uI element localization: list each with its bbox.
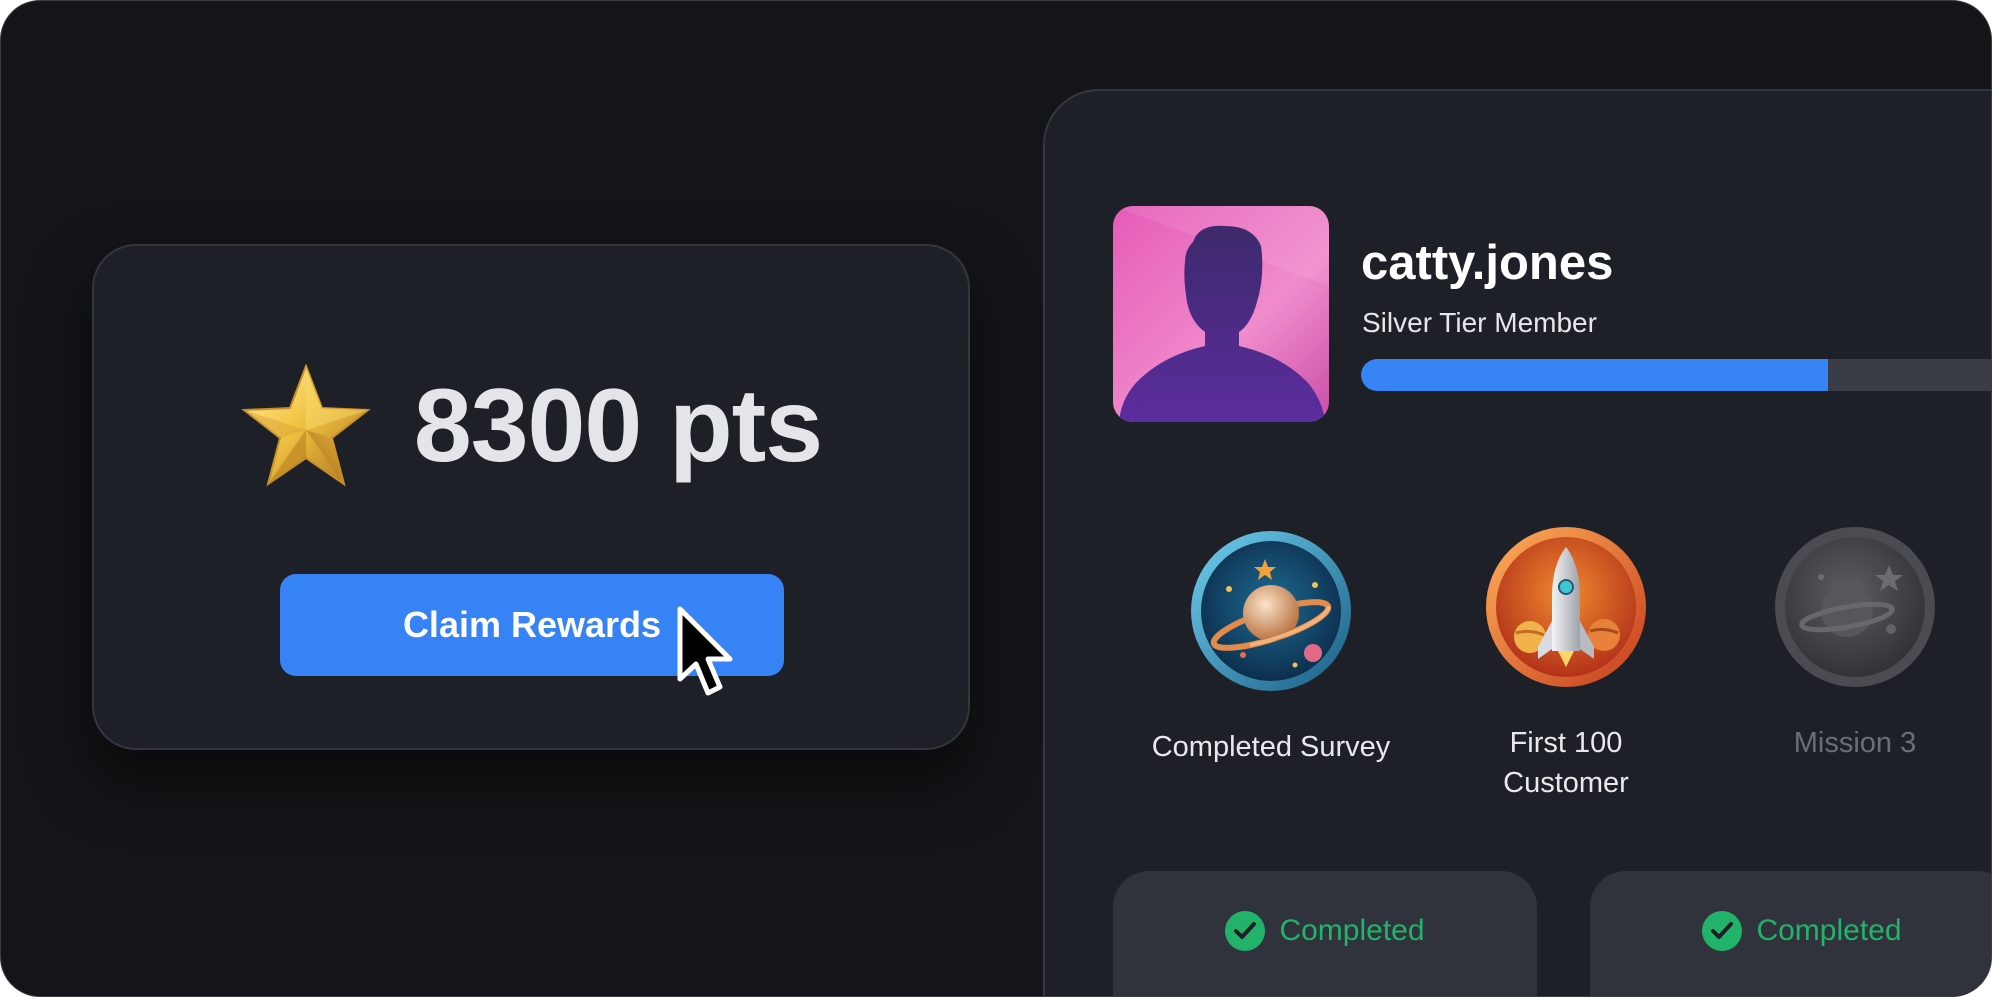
locked-planet-badge-icon	[1775, 527, 1935, 687]
avatar[interactable]	[1113, 206, 1329, 422]
badge-first-100-customer[interactable]: First 100 Customer	[1446, 525, 1686, 803]
tier-progress-fill	[1361, 359, 1829, 391]
app-frame: 8300 pts Claim Rewards catty.jones Silve…	[0, 0, 1992, 997]
status-text: Completed	[1756, 914, 1902, 947]
badge-completed-survey[interactable]: Completed Survey	[1151, 529, 1391, 767]
tier-label: Silver Tier Member	[1362, 307, 1597, 338]
mouse-cursor-icon	[677, 606, 733, 696]
profile-panel: catty.jones Silver Tier Member Completed…	[1043, 89, 1991, 996]
status-card: Completed	[1113, 871, 1537, 996]
badge-label: Completed Survey	[1151, 731, 1391, 763]
tier-progress-bar	[1361, 359, 1991, 391]
check-circle-icon	[1225, 911, 1266, 951]
check-circle-icon	[1702, 911, 1743, 951]
badge-label: Mission 3	[1793, 727, 1917, 759]
status-text: Completed	[1279, 914, 1425, 947]
badge-label: First 100 Customer	[1503, 727, 1629, 799]
rocket-badge-icon	[1486, 527, 1646, 687]
gold-star-icon	[241, 364, 371, 487]
status-card: Completed	[1590, 871, 1991, 996]
username: catty.jones	[1361, 236, 1614, 290]
status-row: Completed	[1113, 911, 1537, 951]
status-row: Completed	[1590, 911, 1991, 951]
badge-mission-3[interactable]: Mission 3	[1735, 525, 1975, 763]
planet-badge-icon	[1191, 531, 1351, 691]
points-card: 8300 pts Claim Rewards	[92, 244, 970, 750]
points-row: 8300 pts	[94, 356, 968, 496]
person-silhouette-icon	[1113, 206, 1329, 422]
points-value: 8300 pts	[413, 368, 823, 484]
